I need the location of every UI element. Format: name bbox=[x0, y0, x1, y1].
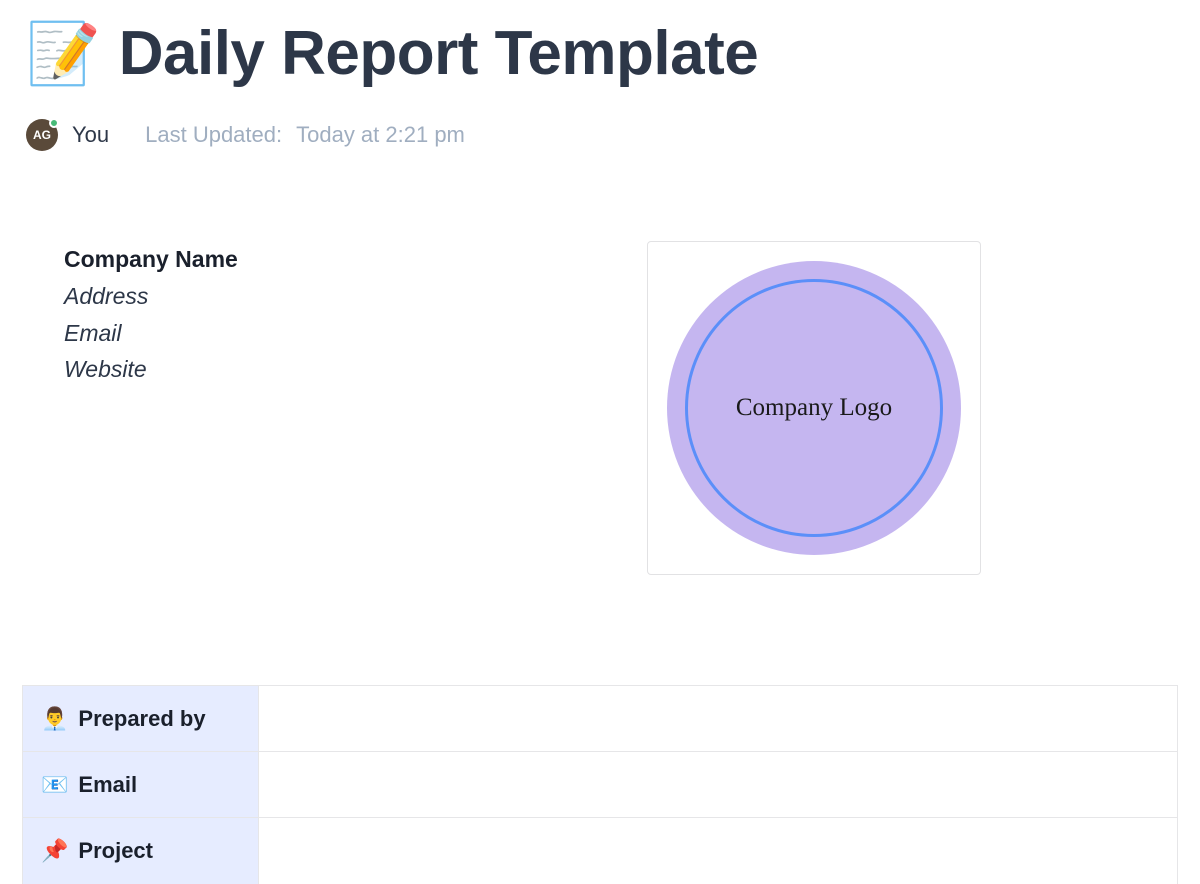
field-label: Email bbox=[78, 772, 137, 798]
page-title[interactable]: Daily Report Template bbox=[119, 18, 759, 89]
presence-dot-icon bbox=[49, 118, 59, 128]
company-logo-placeholder[interactable]: Company Logo bbox=[647, 241, 981, 575]
fields-table: 👨‍💼 Prepared by 📧 Email 📌 Project bbox=[22, 685, 1178, 884]
field-value-cell[interactable] bbox=[259, 686, 1177, 751]
field-row-project: 📌 Project bbox=[23, 818, 1177, 884]
title-row: 📝 Daily Report Template bbox=[26, 18, 1174, 89]
meta-row: AG You Last Updated: Today at 2:21 pm bbox=[26, 119, 1174, 151]
field-value-cell[interactable] bbox=[259, 818, 1177, 884]
document-page: 📝 Daily Report Template AG You Last Upda… bbox=[0, 0, 1200, 884]
logo-circle-outer: Company Logo bbox=[667, 261, 961, 555]
updated-value: Today at 2:21 pm bbox=[296, 122, 465, 148]
company-address: Address bbox=[64, 278, 238, 315]
person-icon: 👨‍💼 bbox=[41, 706, 68, 732]
pin-icon: 📌 bbox=[41, 838, 68, 864]
memo-icon: 📝 bbox=[26, 24, 101, 84]
company-website: Website bbox=[64, 351, 238, 388]
avatar[interactable]: AG bbox=[26, 119, 58, 151]
company-info[interactable]: Company Name Address Email Website bbox=[64, 241, 238, 575]
field-label-cell: 📌 Project bbox=[23, 818, 259, 884]
company-name: Company Name bbox=[64, 241, 238, 278]
field-row-email: 📧 Email bbox=[23, 752, 1177, 818]
avatar-initials: AG bbox=[33, 128, 51, 142]
field-label: Project bbox=[78, 838, 153, 864]
field-label: Prepared by bbox=[78, 706, 205, 732]
logo-text: Company Logo bbox=[736, 394, 892, 422]
email-icon: 📧 bbox=[41, 772, 68, 798]
field-value-cell[interactable] bbox=[259, 752, 1177, 817]
company-email: Email bbox=[64, 315, 238, 352]
field-label-cell: 👨‍💼 Prepared by bbox=[23, 686, 259, 751]
field-label-cell: 📧 Email bbox=[23, 752, 259, 817]
company-section: Company Name Address Email Website Compa… bbox=[26, 241, 1174, 575]
field-row-prepared-by: 👨‍💼 Prepared by bbox=[23, 686, 1177, 752]
updated-label: Last Updated: bbox=[145, 122, 282, 148]
author-name: You bbox=[72, 122, 109, 148]
logo-circle-inner: Company Logo bbox=[685, 279, 943, 537]
